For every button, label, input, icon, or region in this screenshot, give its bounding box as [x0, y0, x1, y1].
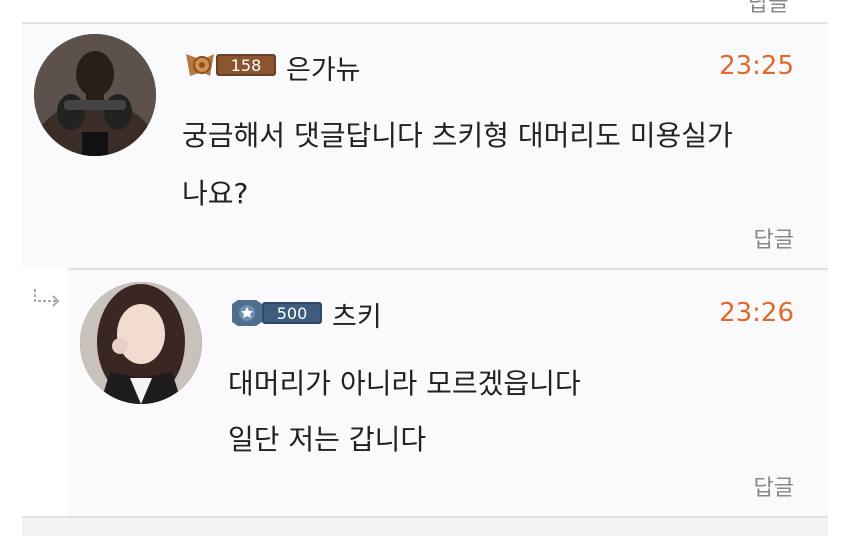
avatar[interactable] — [34, 34, 156, 156]
timestamp: 23:26 — [719, 298, 794, 328]
reply-button[interactable]: 답글 — [754, 470, 794, 502]
nickname[interactable]: 은가뉴 — [286, 48, 361, 87]
timestamp: 23:25 — [719, 51, 794, 81]
reply-comment-item: 500 츠키 23:26 대머리가 아니라 모르겠읍니다 일단 저는 갑니다 답… — [68, 270, 828, 516]
comment-text-line: 궁금해서 댓글답니다 츠키형 대머리도 미용실가 — [182, 119, 733, 152]
reply-button[interactable]: 답글 — [754, 222, 794, 254]
comment-text-line: 나요? — [182, 177, 249, 210]
bronze-wing-badge-icon: 158 — [184, 50, 280, 80]
comment-text-line: 대머리가 아니라 모르겠읍니다 — [228, 367, 581, 400]
avatar[interactable] — [80, 282, 202, 404]
next-comment-edge — [22, 518, 828, 536]
steel-star-badge-icon: 500 — [230, 298, 326, 328]
reply-button[interactable]: 답글 — [748, 0, 788, 18]
nickname[interactable]: 츠키 — [332, 295, 382, 334]
level-number: 158 — [231, 56, 262, 75]
comment-item: 158 은가뉴 23:25 궁금해서 댓글답니다 츠키형 대머리도 미용실가 나… — [22, 24, 828, 268]
reply-arrow-icon — [32, 287, 64, 311]
level-number: 500 — [277, 304, 308, 323]
comment-text-line: 일단 저는 갑니다 — [228, 423, 427, 456]
